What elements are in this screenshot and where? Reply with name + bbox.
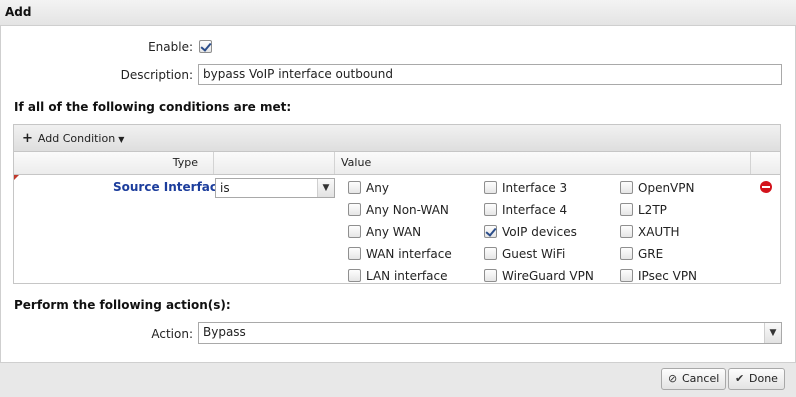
value-column-header: Value	[335, 152, 751, 174]
plus-icon: +	[22, 131, 33, 146]
option-ipsec-vpn-label: IPsec VPN	[638, 269, 698, 283]
grid-header-row: Type Value	[14, 152, 780, 175]
option-ipsec-vpn-checkbox[interactable]	[620, 269, 633, 282]
done-button[interactable]: ✔ Done	[728, 368, 785, 390]
source-interface-label[interactable]: Source Interface:	[113, 180, 230, 194]
remove-condition-icon[interactable]	[760, 181, 772, 193]
conditions-heading: If all of the following conditions are m…	[14, 100, 292, 114]
option-any-label: Any	[366, 181, 389, 195]
option-interface-4-checkbox[interactable]	[484, 203, 497, 216]
done-button-label: Done	[749, 372, 778, 385]
cancel-icon: ⊘	[668, 372, 678, 385]
modified-row-marker	[14, 175, 19, 180]
cancel-button-label: Cancel	[682, 372, 720, 385]
action-value: Bypass	[203, 325, 246, 339]
chevron-down-icon: ▼	[764, 323, 781, 343]
dialog-title: Add	[5, 5, 32, 19]
operator-select[interactable]: is ▼	[215, 178, 335, 198]
option-wan-interface-checkbox[interactable]	[348, 247, 361, 260]
add-condition-label: Add Condition	[37, 132, 116, 145]
actions-column-header	[751, 152, 780, 174]
type-column-header: Type	[14, 152, 214, 174]
chevron-down-icon: ▼	[317, 179, 334, 197]
option-xauth-checkbox[interactable]	[620, 225, 633, 238]
option-interface-3-checkbox[interactable]	[484, 181, 497, 194]
add-condition-button[interactable]: + Add Condition ▼	[22, 131, 124, 146]
option-wan-interface-label: WAN interface	[366, 247, 452, 261]
dialog-body: Enable: Description: bypass VoIP interfa…	[0, 26, 796, 362]
description-label: Description:	[120, 68, 193, 82]
option-wireguard-vpn-label: WireGuard VPN	[502, 269, 594, 283]
operator-column-header	[214, 152, 335, 174]
option-gre-label: GRE	[638, 247, 664, 261]
option-openvpn-label: OpenVPN	[638, 181, 695, 195]
option-voip-devices-checkbox[interactable]	[484, 225, 497, 238]
option-guest-wifi-checkbox[interactable]	[484, 247, 497, 260]
description-input[interactable]: bypass VoIP interface outbound	[198, 64, 782, 85]
option-guest-wifi-label: Guest WiFi	[502, 247, 566, 261]
dialog-footer: ⊘ Cancel ✔ Done	[0, 362, 796, 397]
option-any-wan-checkbox[interactable]	[348, 225, 361, 238]
enable-checkbox[interactable]	[199, 40, 212, 53]
cancel-button[interactable]: ⊘ Cancel	[661, 368, 727, 390]
option-any-non-wan-label: Any Non-WAN	[366, 203, 449, 217]
conditions-grid: + Add Condition ▼ Type Value Source Interf…	[13, 124, 781, 284]
actions-heading: Perform the following action(s):	[14, 298, 231, 312]
option-voip-devices-label: VoIP devices	[502, 225, 577, 239]
option-any-non-wan-checkbox[interactable]	[348, 203, 361, 216]
option-any-wan-label: Any WAN	[366, 225, 422, 239]
option-l2tp-label: L2TP	[638, 203, 667, 217]
option-wireguard-vpn-checkbox[interactable]	[484, 269, 497, 282]
option-l2tp-checkbox[interactable]	[620, 203, 633, 216]
checkmark-icon: ✔	[735, 372, 745, 385]
option-xauth-label: XAUTH	[638, 225, 680, 239]
option-lan-interface-label: LAN interface	[366, 269, 448, 283]
dialog-titlebar: Add	[0, 0, 796, 26]
option-any-checkbox[interactable]	[348, 181, 361, 194]
option-lan-interface-checkbox[interactable]	[348, 269, 361, 282]
action-select[interactable]: Bypass ▼	[198, 322, 782, 344]
option-interface-3-label: Interface 3	[502, 181, 568, 195]
chevron-down-icon: ▼	[118, 135, 125, 144]
option-interface-4-label: Interface 4	[502, 203, 568, 217]
option-gre-checkbox[interactable]	[620, 247, 633, 260]
conditions-toolbar: + Add Condition ▼	[14, 125, 780, 152]
action-label: Action:	[151, 327, 193, 341]
operator-value: is	[220, 181, 230, 195]
option-openvpn-checkbox[interactable]	[620, 181, 633, 194]
enable-label: Enable:	[148, 40, 193, 54]
